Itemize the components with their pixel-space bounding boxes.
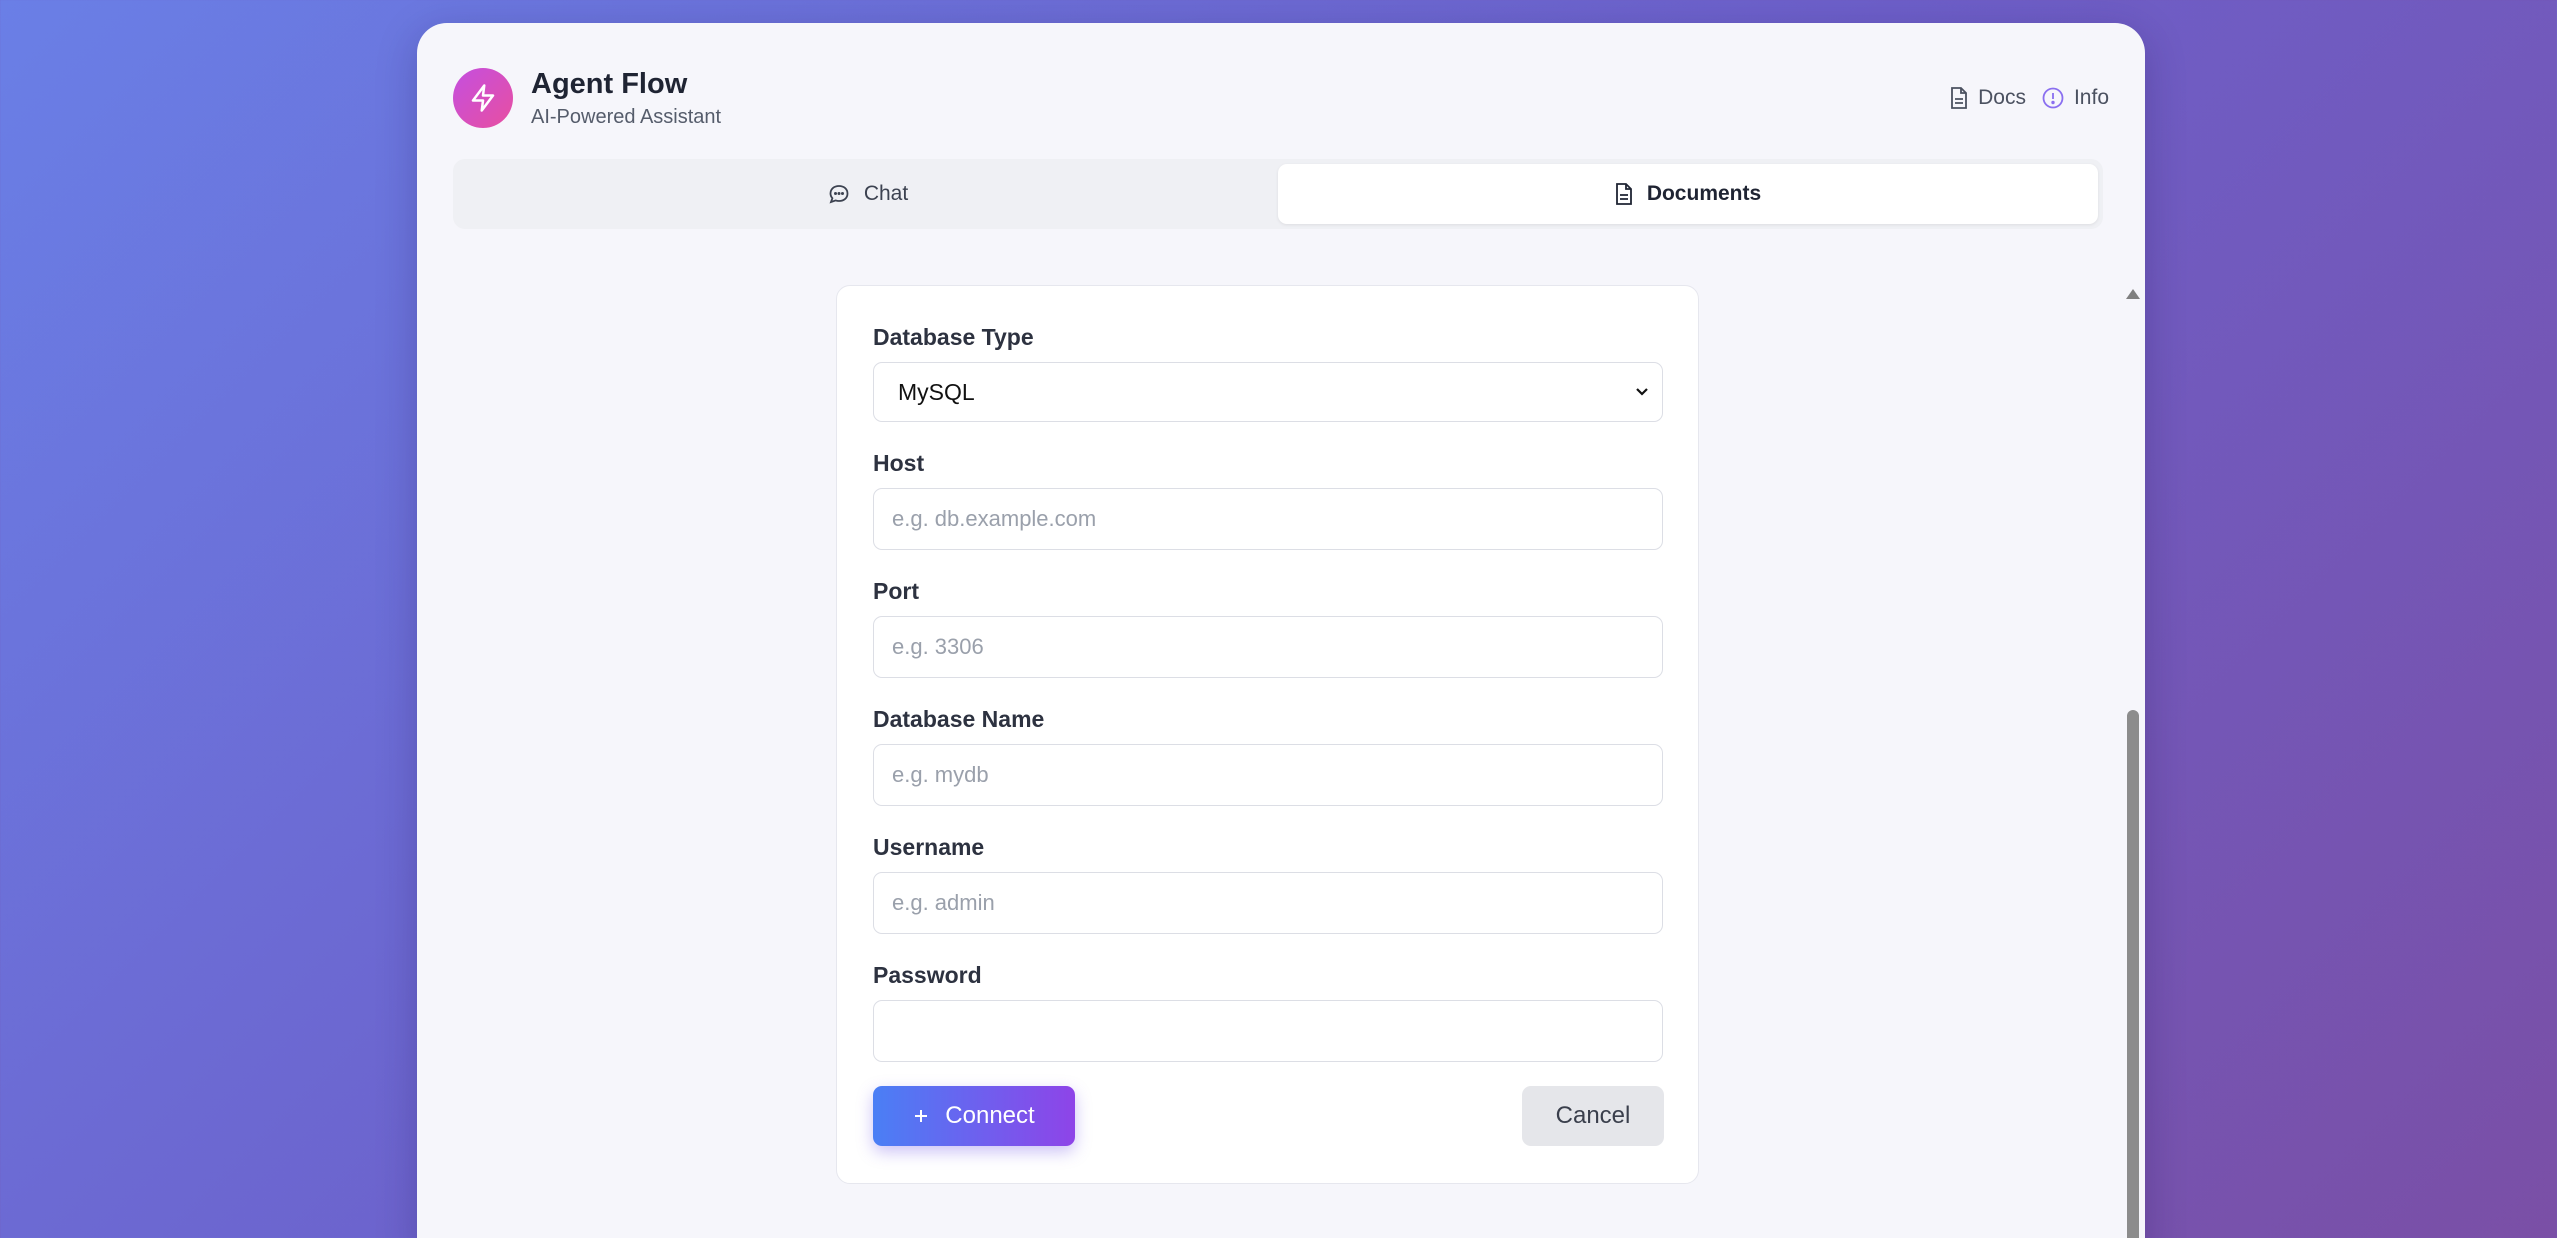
- docs-link-label: Docs: [1978, 86, 2026, 109]
- connect-button[interactable]: Connect: [873, 1086, 1075, 1146]
- document-icon: [1615, 183, 1632, 205]
- plus-icon: [915, 1110, 928, 1122]
- port-input[interactable]: [873, 616, 1663, 678]
- docs-link[interactable]: Docs: [1950, 86, 2026, 110]
- port-field: Port: [873, 576, 1663, 678]
- password-label: Password: [873, 962, 982, 988]
- chevron-down-icon: [1636, 388, 1648, 396]
- document-icon: [1951, 87, 1968, 109]
- database-type-select[interactable]: MySQL: [873, 362, 1663, 422]
- info-icon: [2042, 87, 2064, 109]
- database-connection-form: Database Type MySQL Host Port Database N…: [836, 285, 1699, 1184]
- info-link[interactable]: Info: [2042, 86, 2109, 110]
- tab-bar: Chat Documents: [453, 159, 2103, 229]
- database-type-value: MySQL: [898, 378, 975, 405]
- database-type-field: Database Type MySQL: [873, 322, 1663, 422]
- chat-bubble-icon: [829, 185, 849, 204]
- username-field: Username: [873, 832, 1663, 934]
- tab-documents-label: Documents: [1646, 182, 1762, 205]
- host-field: Host: [873, 448, 1663, 550]
- app-window: Agent Flow AI-Powered Assistant Docs Inf…: [417, 23, 2145, 1238]
- host-label: Host: [873, 450, 925, 476]
- tab-documents[interactable]: Documents: [1278, 164, 2098, 224]
- password-input[interactable]: [873, 1000, 1663, 1062]
- header-links: Docs Info: [1950, 86, 2109, 110]
- username-input[interactable]: [873, 872, 1663, 934]
- port-label: Port: [873, 578, 919, 604]
- logo: [453, 68, 513, 128]
- scroll-up-arrow[interactable]: [2126, 289, 2140, 299]
- app-subtitle: AI-Powered Assistant: [531, 106, 722, 128]
- header: Agent Flow AI-Powered Assistant Docs Inf…: [453, 66, 2109, 130]
- database-name-label: Database Name: [873, 706, 1045, 732]
- connect-button-label: Connect: [945, 1102, 1035, 1129]
- bolt-icon: [471, 84, 495, 112]
- scrollbar[interactable]: [2126, 263, 2140, 1238]
- cancel-button[interactable]: Cancel: [1522, 1086, 1664, 1146]
- tab-chat[interactable]: Chat: [458, 164, 1278, 224]
- app-title: Agent Flow: [531, 68, 688, 100]
- info-link-label: Info: [2073, 86, 2109, 109]
- password-field: Password: [873, 960, 1663, 1062]
- database-name-input[interactable]: [873, 744, 1663, 806]
- username-label: Username: [873, 834, 985, 860]
- tab-chat-label: Chat: [863, 182, 909, 205]
- database-name-field: Database Name: [873, 704, 1663, 806]
- scroll-thumb[interactable]: [2127, 710, 2139, 1238]
- database-type-label: Database Type: [873, 324, 1034, 350]
- brand: Agent Flow AI-Powered Assistant: [531, 66, 721, 130]
- host-input[interactable]: [873, 488, 1663, 550]
